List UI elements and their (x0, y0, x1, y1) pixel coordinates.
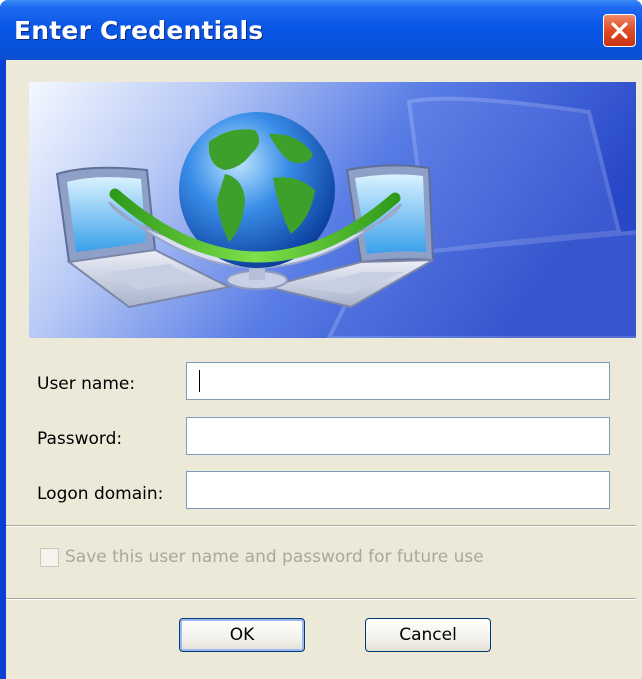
ok-button[interactable]: OK (179, 618, 305, 652)
separator-bottom (6, 598, 642, 600)
logon-domain-field[interactable] (186, 471, 610, 509)
save-credentials-checkbox[interactable] (40, 548, 59, 567)
credentials-dialog: Enter Credentials User name: Password: L… (0, 0, 642, 679)
network-banner (29, 82, 639, 338)
title-bar[interactable]: Enter Credentials (0, 0, 642, 60)
close-button[interactable] (603, 14, 636, 47)
close-icon (611, 22, 628, 39)
dialog-title: Enter Credentials (14, 16, 264, 45)
username-field[interactable] (186, 362, 610, 400)
network-illustration (29, 82, 639, 338)
window-right-border (636, 60, 642, 679)
username-label: User name: (37, 374, 136, 394)
cancel-button[interactable]: Cancel (365, 618, 491, 652)
password-label: Password: (37, 429, 123, 449)
text-caret (199, 370, 200, 392)
dialog-body: User name: Password: Logon domain: Save … (6, 60, 642, 679)
separator-top (6, 525, 642, 527)
save-credentials-label: Save this user name and password for fut… (65, 547, 484, 567)
logon-domain-label: Logon domain: (37, 484, 164, 504)
password-field[interactable] (186, 417, 610, 455)
